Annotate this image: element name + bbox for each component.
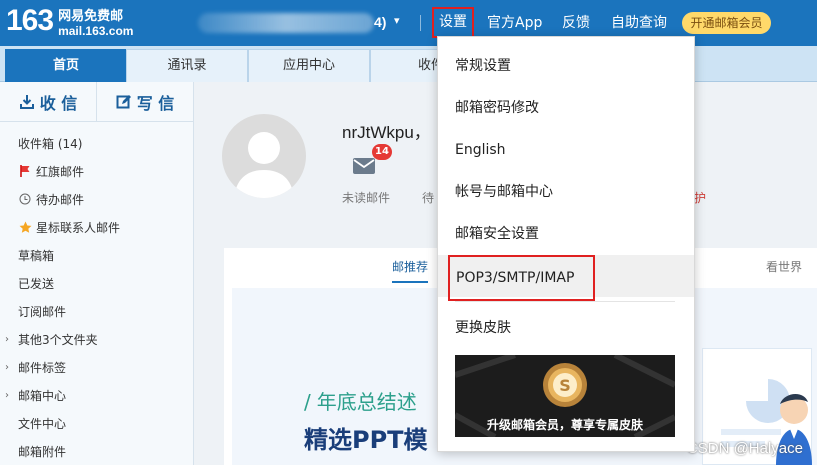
download-icon — [19, 94, 34, 109]
folder-file-center[interactable]: 文件中心 — [0, 409, 193, 437]
folder-red-flag[interactable]: 红旗邮件 — [0, 157, 193, 185]
svg-text:S: S — [559, 376, 571, 395]
star-icon — [18, 221, 32, 234]
folder-tags[interactable]: › 邮件标签 — [0, 353, 193, 381]
account-name-blurred — [198, 13, 374, 33]
folder-other[interactable]: › 其他3个文件夹 — [0, 325, 193, 353]
envelope-icon[interactable] — [352, 156, 376, 179]
receive-button[interactable]: 收 信 — [0, 82, 96, 121]
logo[interactable]: 163 网易免费邮 mail.163.com — [6, 4, 134, 39]
menu-item-password[interactable]: 邮箱密码修改 — [438, 87, 694, 129]
account-switcher[interactable]: 4) ▾ — [198, 12, 408, 34]
red-flag-icon — [18, 165, 32, 177]
folder-attachments[interactable]: 邮箱附件 — [0, 437, 193, 465]
folder-drafts[interactable]: 草稿箱 — [0, 241, 193, 269]
menu-item-pop3-smtp-imap[interactable]: POP3/SMTP/IMAP — [438, 255, 694, 301]
folder-inbox[interactable]: 收件箱 (14) — [0, 129, 193, 157]
official-app-link[interactable]: 官方App — [487, 13, 542, 33]
feedback-link[interactable]: 反馈 — [562, 13, 590, 33]
clock-icon — [18, 193, 32, 205]
banner-subtitle: 精选PPT模 — [304, 426, 428, 454]
vip-button[interactable]: 开通邮箱会员 — [682, 12, 771, 34]
menu-divider — [455, 301, 675, 302]
folder-sent[interactable]: 已发送 — [0, 269, 193, 297]
logo-domain: mail.163.com — [58, 24, 134, 38]
tab-home[interactable]: 首页 — [5, 49, 127, 82]
banner-title: 年底总结述 — [316, 390, 417, 414]
compose-button[interactable]: 写 信 — [96, 82, 193, 121]
tab-contacts[interactable]: 通讯录 — [126, 49, 248, 82]
username: nrJtWkpu， — [342, 123, 431, 142]
todo-label[interactable]: 待 — [422, 189, 434, 206]
logo-number: 163 — [6, 4, 54, 37]
chevron-right-icon: › — [5, 361, 9, 373]
avatar[interactable] — [222, 114, 306, 198]
unread-badge: 14 — [372, 144, 392, 160]
sidebar: 收 信 写 信 收件箱 (14) 红旗邮件 待办邮件 星标联系人邮件 草稿箱 已… — [0, 82, 194, 465]
folder-starred[interactable]: 星标联系人邮件 — [0, 213, 193, 241]
chevron-down-icon: ▾ — [394, 14, 400, 27]
divider — [420, 15, 421, 31]
chevron-right-icon: › — [5, 389, 9, 401]
menu-item-security[interactable]: 邮箱安全设置 — [438, 213, 694, 255]
protect-label[interactable]: 护 — [694, 189, 706, 206]
tab-recommend[interactable]: 邮推荐 — [392, 258, 429, 283]
menu-item-change-skin[interactable]: 更换皮肤 — [438, 307, 694, 349]
menu-item-pop3-label: POP3/SMTP/IMAP — [448, 255, 595, 301]
folder-mail-center[interactable]: › 邮箱中心 — [0, 381, 193, 409]
settings-dropdown: 常规设置 邮箱密码修改 English 帐号与邮箱中心 邮箱安全设置 POP3/… — [437, 36, 695, 452]
logo-name: 网易免费邮 — [58, 9, 124, 24]
self-service-link[interactable]: 自助查询 — [611, 13, 667, 33]
menu-item-general-settings[interactable]: 常规设置 — [438, 45, 694, 87]
skin-promo-banner[interactable]: S 升级邮箱会员，尊享专属皮肤 — [455, 355, 675, 437]
banner-slash: / — [304, 390, 311, 414]
watermark-text: CSDN @Halyace — [686, 440, 803, 457]
folder-todo[interactable]: 待办邮件 — [0, 185, 193, 213]
user-silhouette-icon — [234, 132, 294, 198]
settings-link[interactable]: 设置 — [432, 7, 474, 38]
unread-label[interactable]: 未读邮件 — [342, 189, 390, 206]
pencil-icon — [116, 94, 131, 108]
account-suffix: 4) — [374, 14, 387, 30]
tab-world[interactable]: 看世界 — [766, 258, 802, 275]
menu-item-english[interactable]: English — [438, 129, 694, 171]
chevron-right-icon: › — [5, 333, 9, 345]
tab-app-center[interactable]: 应用中心 — [248, 49, 370, 82]
folder-subscriptions[interactable]: 订阅邮件 — [0, 297, 193, 325]
skin-promo-text: 升级邮箱会员，尊享专属皮肤 — [486, 418, 643, 432]
menu-item-account-center[interactable]: 帐号与邮箱中心 — [438, 171, 694, 213]
